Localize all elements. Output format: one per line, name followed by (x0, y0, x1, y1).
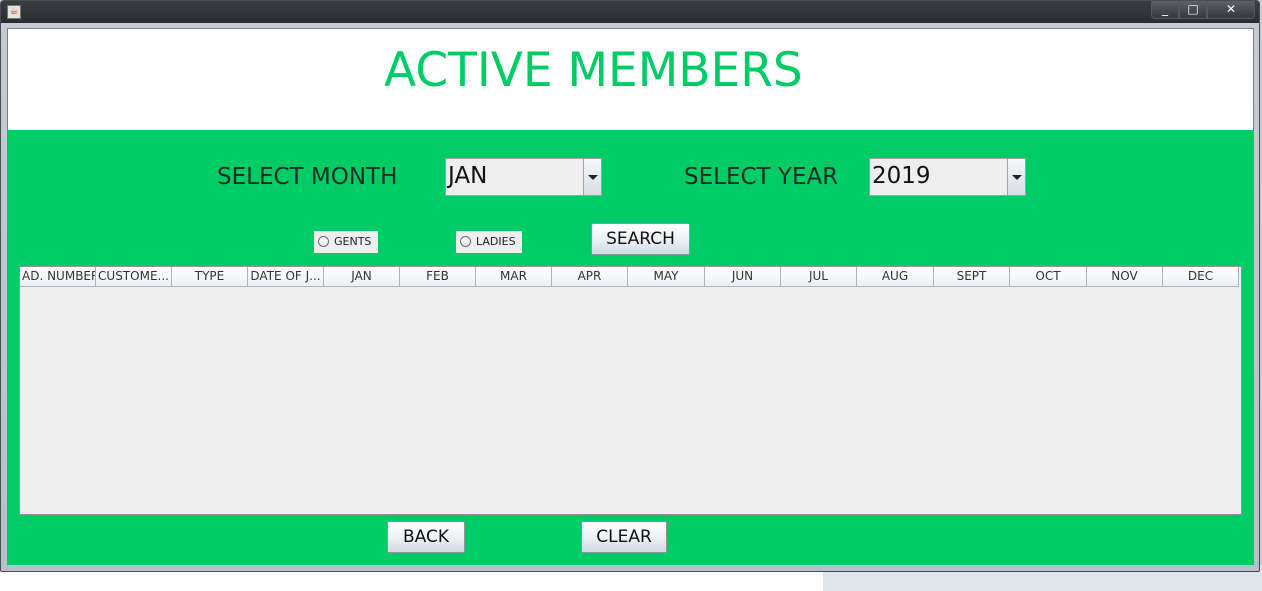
title-bar[interactable]: ☕ _ □ ✕ (1, 1, 1261, 23)
column-header[interactable]: MAR (476, 267, 552, 287)
close-button[interactable]: ✕ (1207, 1, 1255, 19)
column-header[interactable]: OCT (1010, 267, 1087, 287)
column-header[interactable]: MAY (628, 267, 705, 287)
clear-button[interactable]: CLEAR (581, 521, 667, 553)
column-header[interactable]: APR (552, 267, 628, 287)
column-header[interactable]: AUG (857, 267, 934, 287)
table-header: AD. NUMBER CUSTOME... TYPE DATE OF J... JAN F… (20, 267, 1239, 287)
page-title: ACTIVE MEMBERS (384, 43, 803, 98)
year-label: SELECT YEAR (684, 164, 839, 190)
column-header[interactable]: JAN (324, 267, 400, 287)
column-header[interactable]: CUSTOME... (96, 267, 172, 287)
members-table[interactable]: AD. NUMBER CUSTOME... TYPE DATE OF J... JAN F… (19, 266, 1242, 515)
maximize-button[interactable]: □ (1179, 1, 1207, 19)
gents-radio[interactable]: GENTS (314, 231, 378, 253)
column-header[interactable]: JUL (781, 267, 857, 287)
radio-icon[interactable] (318, 236, 329, 247)
column-header[interactable]: JUN (705, 267, 781, 287)
content-panel: ACTIVE MEMBERS SELECT MONTH JAN SELECT Y… (7, 28, 1254, 565)
chevron-down-icon[interactable] (1007, 159, 1025, 195)
back-button[interactable]: BACK (387, 521, 465, 553)
column-header[interactable]: FEB (400, 267, 476, 287)
column-header[interactable]: DEC (1163, 267, 1239, 287)
java-icon[interactable]: ☕ (7, 5, 21, 19)
window-controls: _ □ ✕ (1151, 1, 1255, 20)
year-select[interactable]: 2019 (869, 158, 1026, 196)
radio-icon[interactable] (460, 236, 471, 247)
month-select[interactable]: JAN (445, 158, 602, 196)
ladies-radio-label: LADIES (476, 235, 516, 248)
header-panel: ACTIVE MEMBERS (7, 28, 1254, 130)
ladies-radio[interactable]: LADIES (456, 231, 522, 253)
year-select-value: 2019 (872, 163, 931, 189)
column-header[interactable]: AD. NUMBER (20, 267, 96, 287)
column-header[interactable]: NOV (1087, 267, 1163, 287)
search-button[interactable]: SEARCH (591, 223, 690, 255)
column-header[interactable]: TYPE (172, 267, 248, 287)
gents-radio-label: GENTS (334, 235, 372, 248)
month-label: SELECT MONTH (217, 164, 398, 190)
minimize-button[interactable]: _ (1151, 1, 1179, 19)
column-header[interactable]: DATE OF J... (248, 267, 324, 287)
month-select-value: JAN (448, 163, 488, 189)
column-header[interactable]: SEPT (934, 267, 1010, 287)
chevron-down-icon[interactable] (583, 159, 601, 195)
